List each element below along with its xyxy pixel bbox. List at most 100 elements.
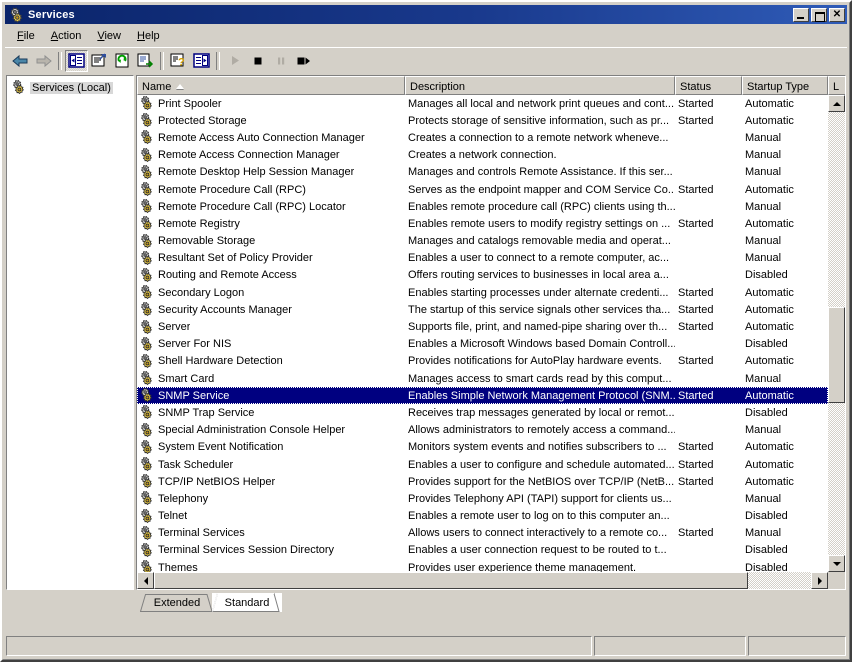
service-name-label: Telnet — [158, 510, 187, 522]
table-row[interactable]: Remote Procedure Call (RPC)Serves as the… — [137, 181, 828, 198]
cell-name: Resultant Set of Policy Provider — [137, 251, 405, 266]
column-header-name[interactable]: Name — [137, 76, 405, 95]
service-name-label: Terminal Services Session Directory — [158, 544, 334, 556]
table-row[interactable]: Remote Desktop Help Session ManagerManag… — [137, 164, 828, 181]
tree-item-services-local[interactable]: Services (Local) — [11, 80, 113, 95]
cell-description: Allows administrators to remotely access… — [405, 424, 675, 436]
table-row[interactable]: Remote Access Connection ManagerCreates … — [137, 147, 828, 164]
pause-service-button[interactable] — [269, 50, 292, 72]
help-question-icon[interactable]: ? — [167, 50, 190, 72]
show-hide-tree-button[interactable] — [65, 50, 88, 72]
cell-description: Monitors system events and notifies subs… — [405, 441, 675, 453]
menu-action[interactable]: Action — [43, 28, 90, 44]
table-row[interactable]: TelephonyProvides Telephony API (TAPI) s… — [137, 490, 828, 507]
title-bar[interactable]: Services ✕ — [5, 5, 847, 24]
status-pane-tertiary — [748, 636, 846, 656]
table-row[interactable]: Remote Procedure Call (RPC) LocatorEnabl… — [137, 198, 828, 215]
restart-service-button[interactable] — [292, 50, 315, 72]
table-row[interactable]: System Event NotificationMonitors system… — [137, 439, 828, 456]
vertical-scroll-thumb[interactable] — [828, 307, 845, 403]
table-row[interactable]: Terminal Services Session Directory Enabl… — [137, 542, 828, 559]
table-row[interactable]: Terminal ServicesAllows users to connect… — [137, 525, 828, 542]
table-row[interactable]: TelnetEnables a remote user to log on to… — [137, 508, 828, 525]
service-name-label: Special Administration Console Helper — [158, 424, 345, 436]
refresh-icon[interactable] — [111, 50, 134, 72]
cell-description: Enables a user connection request to be … — [405, 544, 675, 556]
service-name-label: Themes — [158, 562, 198, 572]
horizontal-scroll-thumb[interactable] — [154, 572, 748, 589]
menu-file[interactable]: File — [9, 28, 43, 44]
start-service-button[interactable] — [223, 50, 246, 72]
table-row[interactable]: ServerSupports file, print, and named-pi… — [137, 318, 828, 335]
show-action-pane-icon[interactable] — [190, 50, 213, 72]
table-row[interactable]: Special Administration Console Helper All… — [137, 422, 828, 439]
table-row[interactable]: Print SpoolerManages all local and netwo… — [137, 95, 828, 112]
service-name-label: Remote Procedure Call (RPC) Locator — [158, 201, 346, 213]
back-button[interactable] — [9, 50, 32, 72]
table-row[interactable]: Protected StorageProtects storage of sen… — [137, 112, 828, 129]
table-row[interactable]: ThemesProvides user experience theme man… — [137, 559, 828, 572]
sort-ascending-icon — [176, 84, 184, 89]
cell-name: Protected Storage — [137, 113, 405, 128]
tab-extended[interactable]: Extended — [140, 594, 214, 612]
tab-extended-label: Extended — [154, 597, 200, 609]
cell-name: Themes — [137, 560, 405, 572]
menu-help[interactable]: Help — [129, 28, 168, 44]
cell-startup-type: Automatic — [742, 115, 828, 127]
toolbar-separator-3 — [216, 52, 220, 70]
cell-status: Started — [675, 390, 742, 402]
toolbar: ? — [5, 47, 847, 73]
cell-startup-type: Disabled — [742, 269, 828, 281]
column-header-startup[interactable]: Startup Type — [742, 76, 828, 95]
table-row[interactable]: Removable StorageManages and catalogs re… — [137, 233, 828, 250]
tab-standard[interactable]: Standard — [212, 593, 282, 612]
vertical-scrollbar[interactable] — [828, 95, 845, 572]
column-header-status[interactable]: Status — [675, 76, 742, 95]
table-row[interactable]: Remote RegistryEnables remote users to m… — [137, 215, 828, 232]
scroll-up-button[interactable] — [828, 95, 845, 112]
cell-status: Started — [675, 476, 742, 488]
stop-service-button[interactable] — [246, 50, 269, 72]
column-header-description[interactable]: Description — [405, 76, 675, 95]
scroll-right-button[interactable] — [811, 572, 828, 589]
service-gears-icon — [139, 285, 155, 300]
service-name-label: Secondary Logon — [158, 287, 244, 299]
cell-startup-type: Manual — [742, 252, 828, 264]
service-gears-icon — [139, 388, 155, 403]
table-row[interactable]: Secondary LogonEnables starting processe… — [137, 284, 828, 301]
service-gears-icon — [139, 405, 155, 420]
cell-startup-type: Automatic — [742, 98, 828, 110]
cell-status: Started — [675, 184, 742, 196]
maximize-button[interactable] — [811, 8, 827, 22]
cell-startup-type: Automatic — [742, 218, 828, 230]
table-row[interactable]: Security Accounts ManagerThe startup of … — [137, 301, 828, 318]
properties-icon[interactable] — [88, 50, 111, 72]
table-row[interactable]: Routing and Remote AccessOffers routing … — [137, 267, 828, 284]
column-header-logon[interactable]: L — [828, 76, 846, 95]
menu-view[interactable]: View — [89, 28, 129, 44]
horizontal-scrollbar[interactable] — [137, 572, 828, 589]
table-row[interactable]: Resultant Set of Policy ProviderEnables … — [137, 250, 828, 267]
cell-startup-type: Manual — [742, 527, 828, 539]
table-row[interactable]: SNMP Trap ServiceReceives trap messages … — [137, 404, 828, 421]
cell-name: Smart Card — [137, 371, 405, 386]
export-list-icon[interactable] — [134, 50, 157, 72]
cell-startup-type: Automatic — [742, 459, 828, 471]
cell-startup-type: Automatic — [742, 390, 828, 402]
close-button[interactable]: ✕ — [829, 8, 845, 22]
services-list[interactable]: Print SpoolerManages all local and netwo… — [137, 95, 828, 572]
scroll-down-button[interactable] — [828, 555, 845, 572]
cell-startup-type: Disabled — [742, 338, 828, 350]
table-row[interactable]: Smart CardManages access to smart cards … — [137, 370, 828, 387]
minimize-button[interactable] — [793, 8, 809, 22]
forward-button[interactable] — [32, 50, 55, 72]
service-gears-icon — [139, 320, 155, 335]
table-row[interactable]: SNMP ServiceEnables Simple Network Manag… — [137, 387, 828, 404]
table-row[interactable]: Task SchedulerEnables a user to configur… — [137, 456, 828, 473]
table-row[interactable]: TCP/IP NetBIOS HelperProvides support fo… — [137, 473, 828, 490]
table-row[interactable]: Shell Hardware DetectionProvides notific… — [137, 353, 828, 370]
table-row[interactable]: Server For NISEnables a Microsoft Window… — [137, 336, 828, 353]
cell-name: Server For NIS — [137, 337, 405, 352]
scroll-left-button[interactable] — [137, 572, 154, 589]
table-row[interactable]: Remote Access Auto Connection ManagerCre… — [137, 129, 828, 146]
